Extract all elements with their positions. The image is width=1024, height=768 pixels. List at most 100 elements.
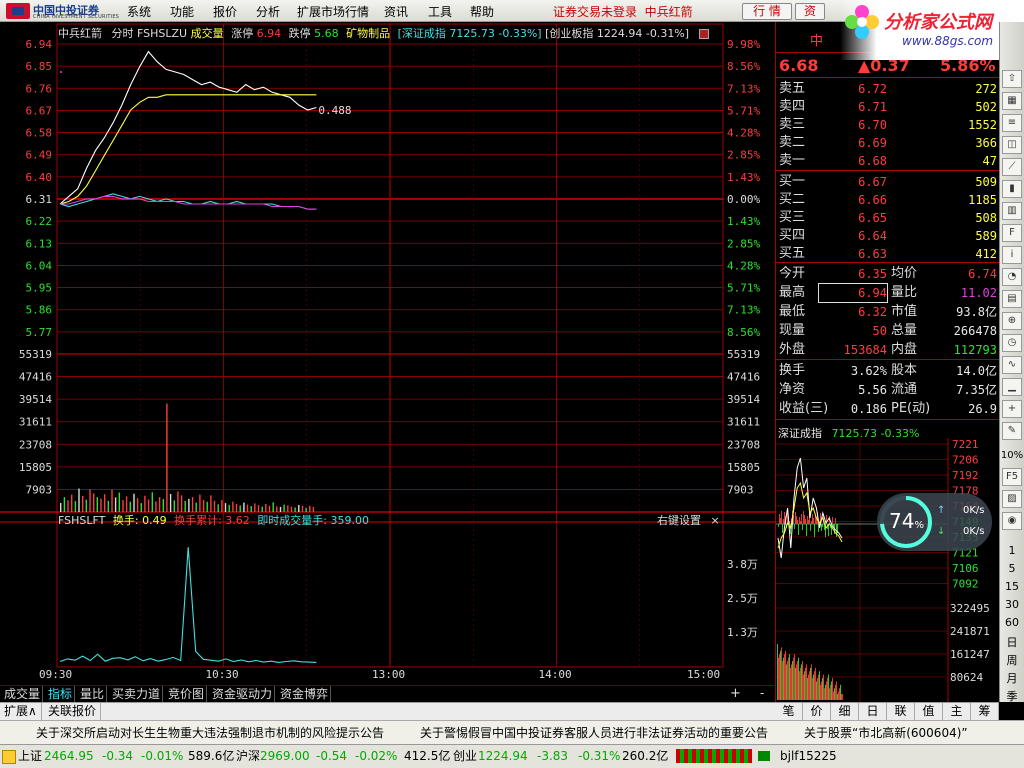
toolbar-period-icon[interactable]: ▨ bbox=[1002, 490, 1022, 508]
panel-tab-4[interactable]: 联 bbox=[887, 703, 915, 720]
volume-bar bbox=[96, 497, 98, 512]
mini-vol-bar bbox=[811, 664, 812, 700]
price-annotation: 0.488 bbox=[318, 104, 351, 117]
toolbar-table-icon[interactable]: ▦ bbox=[1002, 92, 1022, 110]
volume-bar bbox=[122, 500, 124, 512]
mini-vol-bar bbox=[795, 667, 796, 700]
period-1[interactable]: 5 bbox=[1000, 562, 1024, 575]
menu-help[interactable]: 帮助 bbox=[470, 3, 494, 20]
toolbar-list-icon[interactable]: ≡ bbox=[1002, 114, 1022, 132]
ask-price[interactable]: 6.68 bbox=[833, 152, 887, 170]
mini-vol-bar bbox=[822, 678, 823, 700]
menu-system[interactable]: 系统 bbox=[127, 3, 151, 20]
menu-analysis[interactable]: 分析 bbox=[256, 3, 280, 20]
toolbar-f5-icon[interactable]: F5 bbox=[1002, 468, 1022, 486]
panel-tab-3[interactable]: 日 bbox=[859, 703, 887, 720]
period-5[interactable]: 日 bbox=[1000, 634, 1024, 650]
trade-button[interactable]: 资 bbox=[795, 3, 825, 20]
stat-row: 现量 50 总量 266478 bbox=[779, 322, 997, 341]
indicator-settings[interactable]: 右键设置 × bbox=[657, 512, 720, 528]
ask-row: 卖三 6.70 1552 bbox=[779, 116, 997, 134]
minus-tab-icon[interactable]: - bbox=[760, 686, 764, 700]
period-0[interactable]: 1 bbox=[1000, 544, 1024, 557]
toolbar-grid-icon[interactable]: ▤ bbox=[1002, 290, 1022, 308]
toolbar-pie-icon[interactable]: ◔ bbox=[1002, 268, 1022, 286]
period-3[interactable]: 30 bbox=[1000, 598, 1024, 611]
toolbar-clock-icon[interactable]: ◷ bbox=[1002, 334, 1022, 352]
bid-price[interactable]: 6.67 bbox=[833, 173, 887, 191]
instant-vol-value: 359.00 bbox=[330, 514, 370, 527]
tab-2[interactable]: 量比 bbox=[78, 686, 108, 702]
toolbar-cross-icon[interactable]: + bbox=[1002, 400, 1022, 418]
quote-button[interactable]: 行 情 bbox=[742, 3, 792, 20]
toolbar-pct-label[interactable]: 10% bbox=[1000, 450, 1024, 461]
period-6[interactable]: 周 bbox=[1000, 652, 1024, 668]
mini-vol-bar bbox=[824, 688, 825, 700]
tab-5[interactable]: 资金驱动力 bbox=[210, 686, 276, 702]
right-click-settings[interactable]: 右键设置 bbox=[657, 514, 701, 527]
tab-3[interactable]: 买卖力道 bbox=[110, 686, 164, 702]
tab-0[interactable]: 成交量 bbox=[2, 686, 44, 702]
news-text[interactable]: 关于深交所启动对长生生物重大违法强制退市机制的风险提示公告 关于警惕假冒中国中投… bbox=[36, 726, 968, 740]
menu-extended-market[interactable]: 扩展市场行情 bbox=[297, 3, 369, 20]
menu-tools[interactable]: 工具 bbox=[428, 3, 452, 20]
intraday-chart[interactable]: 6.94 9.98% 6.85 8.56% 6.76 7.13% 6.67 5.71% 6.58… bbox=[0, 22, 775, 685]
toolbar-draw-icon[interactable]: ✎ bbox=[1002, 422, 1022, 440]
panel-tab-5[interactable]: 值 bbox=[915, 703, 943, 720]
ask-label: 卖三 bbox=[779, 117, 806, 132]
mini-index-chart[interactable]: 7221720671927178716471497135712171067092… bbox=[776, 438, 1000, 702]
ask-price[interactable]: 6.69 bbox=[833, 134, 887, 152]
related-quote-tab[interactable]: 关联报价 bbox=[44, 703, 102, 720]
toolbar-chart-icon[interactable]: ◫ bbox=[1002, 136, 1022, 154]
network-gauge[interactable]: 74% ↑ 0K/s ↓ 0K/s bbox=[877, 493, 992, 551]
volume-bar bbox=[188, 498, 190, 512]
toolbar-zoom-icon[interactable]: ⊕ bbox=[1002, 312, 1022, 330]
toolbar-f10-icon[interactable]: F bbox=[1002, 224, 1022, 242]
period-4[interactable]: 60 bbox=[1000, 616, 1024, 629]
bid-price[interactable]: 6.66 bbox=[833, 191, 887, 209]
panel-tab-2[interactable]: 细 bbox=[831, 703, 859, 720]
panel-tab-0[interactable]: 笔 bbox=[775, 703, 803, 720]
pct-tick-label: 1.43% bbox=[727, 215, 760, 228]
toolbar-arrow-icon[interactable]: ⇧ bbox=[1002, 70, 1022, 88]
ask-price[interactable]: 6.72 bbox=[833, 80, 887, 98]
bid-price[interactable]: 6.63 bbox=[833, 245, 887, 263]
menu-quote[interactable]: 报价 bbox=[213, 3, 237, 20]
sh-index-pct: -0.01% bbox=[141, 749, 184, 763]
panel-tab-6[interactable]: 主 bbox=[943, 703, 971, 720]
ask-price[interactable]: 6.71 bbox=[833, 98, 887, 116]
period-2[interactable]: 15 bbox=[1000, 580, 1024, 593]
chart-canvas[interactable]: 6.94 9.98% 6.85 8.56% 6.76 7.13% 6.67 5.71% 6.58… bbox=[0, 22, 775, 685]
mini-vol-bar bbox=[840, 684, 841, 700]
expand-tab[interactable]: 扩展∧ bbox=[0, 703, 42, 720]
hs-index-change: -0.54 bbox=[316, 749, 348, 763]
tab-6[interactable]: 资金博弈 bbox=[278, 686, 332, 702]
toolbar-snap-icon[interactable]: ◉ bbox=[1002, 512, 1022, 530]
mini-strength-bar bbox=[784, 512, 785, 524]
toolbar-info-icon[interactable]: i bbox=[1002, 246, 1022, 264]
mini-vol-bar bbox=[794, 654, 795, 700]
tab-4[interactable]: 竞价图 bbox=[166, 686, 208, 702]
add-tab-icon[interactable]: + bbox=[730, 686, 741, 701]
news-ticker[interactable]: 关于深交所启动对长生生物重大违法强制退市机制的风险提示公告 关于警惕假冒中国中投… bbox=[0, 720, 1024, 744]
header-close-icon[interactable] bbox=[698, 29, 709, 39]
period-8[interactable]: 季 bbox=[1000, 688, 1024, 704]
toolbar-bar-icon[interactable]: ▥ bbox=[1002, 202, 1022, 220]
bid-price[interactable]: 6.64 bbox=[833, 227, 887, 245]
menu-news[interactable]: 资讯 bbox=[384, 3, 408, 20]
promo-title: 分析家公式网 bbox=[884, 12, 992, 33]
bid-price[interactable]: 6.65 bbox=[833, 209, 887, 227]
tab-1[interactable]: 指标 bbox=[46, 686, 76, 702]
toolbar-vol-icon[interactable]: ▁ bbox=[1002, 378, 1022, 396]
toolbar-candle-icon[interactable]: ▮ bbox=[1002, 180, 1022, 198]
logo-en-text: CHINA INVESTMENT SECURITIES bbox=[33, 14, 120, 20]
status-star-icon[interactable] bbox=[2, 750, 16, 764]
ask-price[interactable]: 6.70 bbox=[833, 116, 887, 134]
menu-function[interactable]: 功能 bbox=[170, 3, 194, 20]
toolbar-trend-icon[interactable]: ⟋ bbox=[1002, 158, 1022, 176]
panel-tab-1[interactable]: 价 bbox=[803, 703, 831, 720]
panel-tab-7[interactable]: 筹 bbox=[971, 703, 999, 720]
toolbar-line-icon[interactable]: ∿ bbox=[1002, 356, 1022, 374]
indicator-close-icon[interactable]: × bbox=[711, 514, 720, 527]
period-7[interactable]: 月 bbox=[1000, 670, 1024, 686]
